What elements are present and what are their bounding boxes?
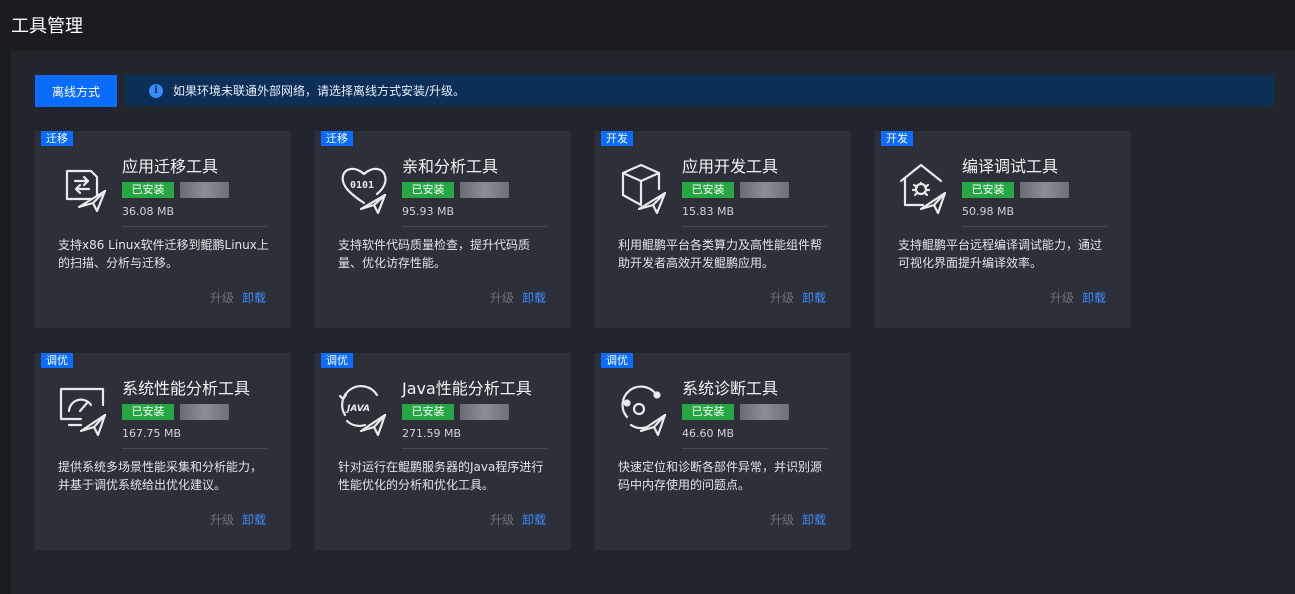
uninstall-link[interactable]: 卸载 <box>802 289 826 306</box>
tool-size: 46.60 MB <box>682 427 735 440</box>
version-redacted <box>180 182 229 198</box>
tool-name: 亲和分析工具 <box>402 157 499 176</box>
uninstall-link[interactable]: 卸载 <box>1082 289 1106 306</box>
uninstall-link[interactable]: 卸载 <box>242 511 266 528</box>
uninstall-link[interactable]: 卸载 <box>242 289 266 306</box>
divider <box>402 226 547 227</box>
category-tag: 调优 <box>321 353 353 368</box>
category-tag: 开发 <box>601 131 633 146</box>
tool-name: Java性能分析工具 <box>402 379 532 398</box>
diagnosis-orbit-icon <box>617 381 671 437</box>
notice-text: 如果环境未联通外部网络，请选择离线方式安装/升级。 <box>173 84 466 98</box>
offline-notice-bar: i 如果环境未联通外部网络，请选择离线方式安装/升级。 <box>125 75 1274 106</box>
divider <box>682 448 827 449</box>
category-tag: 开发 <box>881 131 913 146</box>
uninstall-link[interactable]: 卸载 <box>802 511 826 528</box>
divider <box>682 226 827 227</box>
tool-description: 支持鲲鹏平台远程编译调试能力，通过可视化界面提升编译效率。 <box>898 238 1103 270</box>
category-tag: 迁移 <box>41 131 73 146</box>
divider <box>402 448 547 449</box>
tool-card-3: 开发 编译调试工具 已安装 50.98 MB 支持鲲鹏平台远程编译调试能力，通过… <box>875 131 1131 328</box>
bug-house-icon <box>897 159 951 215</box>
upgrade-link[interactable]: 升级 <box>1050 289 1074 306</box>
category-tag: 调优 <box>601 353 633 368</box>
installed-badge: 已安装 <box>682 182 734 198</box>
installed-badge: 已安装 <box>962 182 1014 198</box>
tool-name: 系统诊断工具 <box>682 379 779 398</box>
installed-badge: 已安装 <box>122 404 174 420</box>
tool-description: 针对运行在鲲鹏服务器的Java程序进行性能优化的分析和优化工具。 <box>338 460 544 492</box>
page-title: 工具管理 <box>11 16 83 37</box>
tool-card-0: 迁移 应用迁移工具 已安装 36.08 MB 支持x86 Linux软件迁移到鲲… <box>35 131 291 328</box>
divider <box>122 448 267 449</box>
installed-badge: 已安装 <box>122 182 174 198</box>
installed-badge: 已安装 <box>402 182 454 198</box>
installed-badge: 已安装 <box>682 404 734 420</box>
migrate-doc-icon <box>57 159 111 215</box>
svg-text:0101: 0101 <box>350 180 374 191</box>
info-icon: i <box>149 83 163 98</box>
divider <box>962 226 1107 227</box>
tool-size: 15.83 MB <box>682 205 735 218</box>
tool-name: 应用开发工具 <box>682 157 779 176</box>
uninstall-link[interactable]: 卸载 <box>522 289 546 306</box>
upgrade-link[interactable]: 升级 <box>490 289 514 306</box>
category-tag: 调优 <box>41 353 73 368</box>
tool-card-4: 调优 系统性能分析工具 已安装 167.75 MB 提供系统多场景性能采集和分析… <box>35 353 291 550</box>
upgrade-link[interactable]: 升级 <box>770 511 794 528</box>
version-redacted <box>1020 182 1069 198</box>
version-redacted <box>740 404 789 420</box>
installed-badge: 已安装 <box>402 404 454 420</box>
tool-description: 利用鲲鹏平台各类算力及高性能组件帮助开发者高效开发鲲鹏应用。 <box>618 238 823 270</box>
divider <box>122 226 267 227</box>
offline-install-button[interactable]: 离线方式 <box>35 75 117 107</box>
tool-size: 167.75 MB <box>122 427 182 440</box>
tool-size: 271.59 MB <box>402 427 462 440</box>
binary-heart-icon: 0101 <box>337 159 391 215</box>
tool-size: 95.93 MB <box>402 205 455 218</box>
tool-card-2: 开发 应用开发工具 已安装 15.83 MB 利用鲲鹏平台各类算力及高性能组件帮… <box>595 131 851 328</box>
version-redacted <box>180 404 229 420</box>
tool-description: 支持x86 Linux软件迁移到鲲鹏Linux上的扫描、分析与迁移。 <box>58 238 269 270</box>
tool-name: 系统性能分析工具 <box>122 379 251 398</box>
upgrade-link[interactable]: 升级 <box>210 511 234 528</box>
tool-card-6: 调优 系统诊断工具 已安装 46.60 MB 快速定位和诊断各部件异常，并识别源… <box>595 353 851 550</box>
tool-description: 快速定位和诊断各部件异常，并识别源码中内存使用的问题点。 <box>618 460 823 492</box>
svg-text:JAVA: JAVA <box>345 404 370 414</box>
upgrade-link[interactable]: 升级 <box>210 289 234 306</box>
cube-icon <box>617 159 671 215</box>
tool-name: 编译调试工具 <box>962 157 1059 176</box>
tool-name: 应用迁移工具 <box>122 157 219 176</box>
tool-description: 支持软件代码质量检查，提升代码质量、优化访存性能。 <box>338 238 531 270</box>
monitor-gauge-icon <box>57 381 111 437</box>
uninstall-link[interactable]: 卸载 <box>522 511 546 528</box>
java-gauge-icon: JAVA <box>337 381 391 437</box>
tool-size: 36.08 MB <box>122 205 175 218</box>
version-redacted <box>460 404 509 420</box>
tool-card-1: 迁移 0101 亲和分析工具 已安装 95.93 MB 支持软件代码质量检查，提… <box>315 131 571 328</box>
upgrade-link[interactable]: 升级 <box>770 289 794 306</box>
version-redacted <box>460 182 509 198</box>
tool-description: 提供系统多场景性能采集和分析能力，并基于调优系统给出优化建议。 <box>58 460 263 492</box>
upgrade-link[interactable]: 升级 <box>490 511 514 528</box>
version-redacted <box>740 182 789 198</box>
category-tag: 迁移 <box>321 131 353 146</box>
tool-size: 50.98 MB <box>962 205 1015 218</box>
tool-card-5: 调优 JAVA Java性能分析工具 已安装 271.59 MB 针对运行在鲲鹏… <box>315 353 571 550</box>
